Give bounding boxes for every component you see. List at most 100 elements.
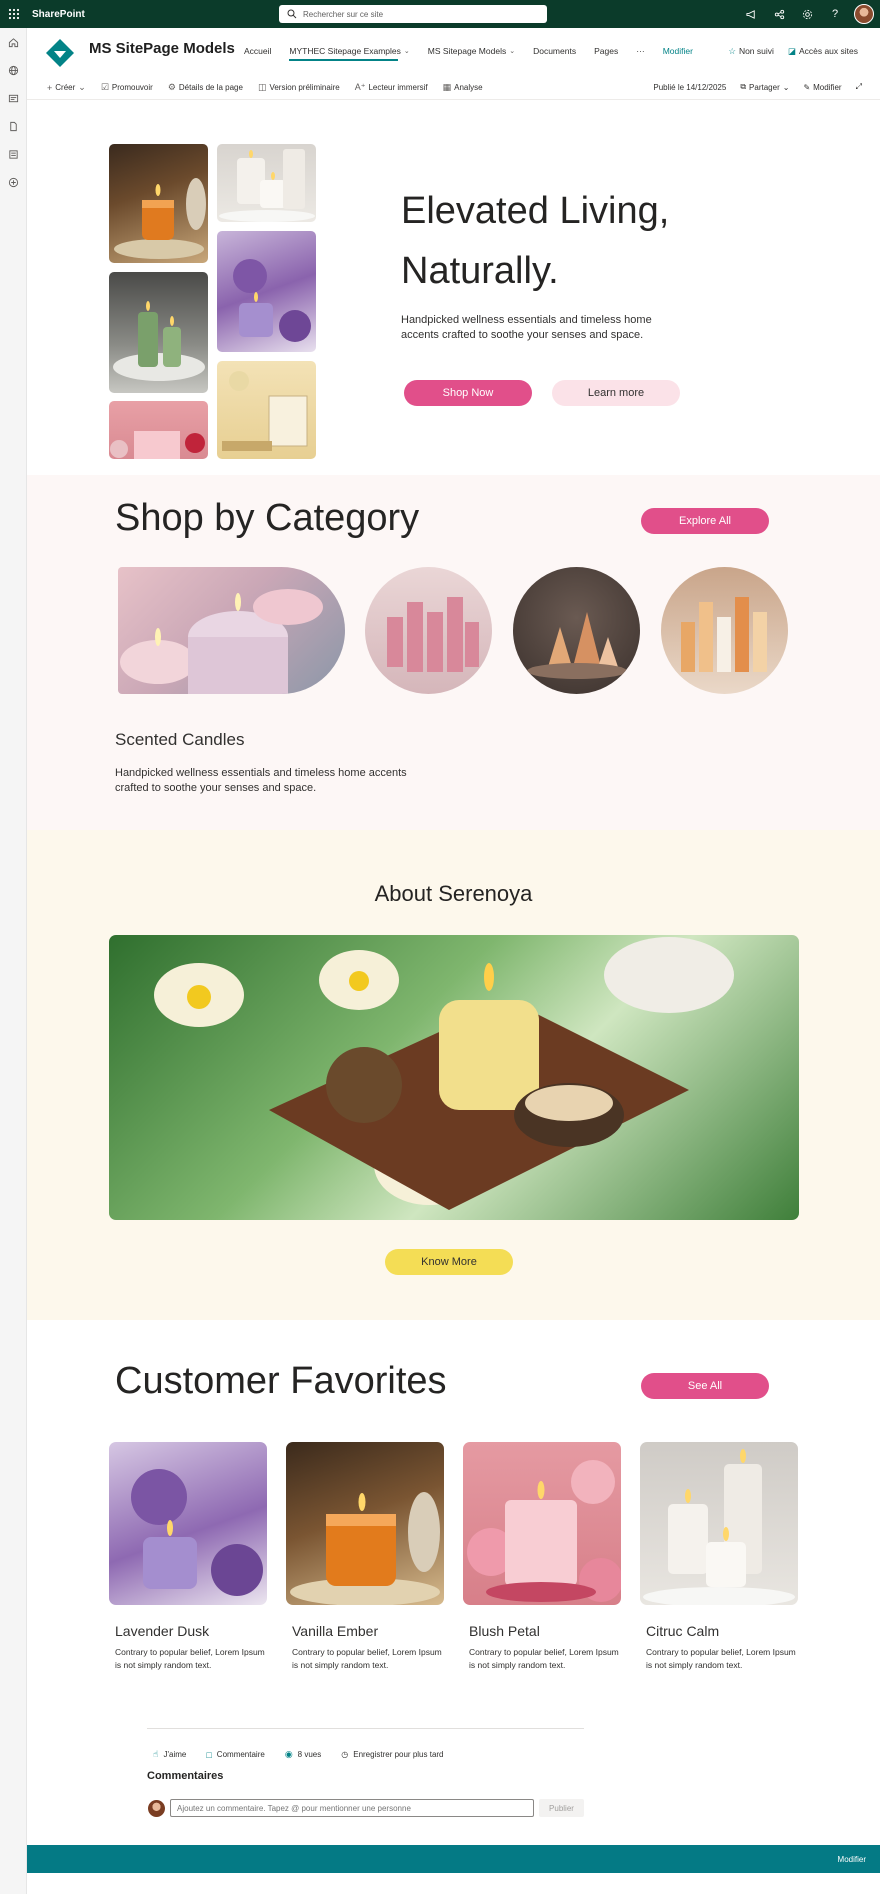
search-box[interactable]: Rechercher sur ce site — [279, 5, 547, 23]
promote-button[interactable]: ☑ Promouvoir — [101, 82, 153, 93]
product-description: Contrary to popular belief, Lorem Ipsum … — [469, 1647, 619, 1670]
comment-button[interactable]: □ Commentaire — [206, 1749, 264, 1760]
news-icon[interactable] — [0, 84, 27, 112]
nav-item-accueil[interactable]: Accueil — [244, 46, 271, 56]
category-item-name: Scented Candles — [115, 730, 245, 749]
brand-label[interactable]: SharePoint — [32, 9, 85, 20]
help-icon[interactable]: ? — [826, 5, 844, 23]
app-launcher-icon[interactable] — [0, 0, 28, 28]
product-image — [286, 1442, 444, 1605]
follow-button[interactable]: ☆ Non suivi — [728, 46, 774, 57]
product-name: Blush Petal — [469, 1623, 540, 1639]
product-name: Citruc Calm — [646, 1623, 720, 1639]
page-footer: Modifier — [27, 1845, 880, 1873]
product-card-citruc-calm[interactable]: Citruc Calm Contrary to popular belief, … — [640, 1442, 798, 1672]
category-image-scented-candles[interactable] — [118, 567, 345, 694]
eye-icon: ◉ — [284, 1749, 293, 1759]
category-image-pink-pillars[interactable] — [365, 567, 492, 694]
social-bar: ☝ J'aime □ Commentaire ◉ 8 vues ◷ Enregistre… — [147, 1728, 584, 1760]
product-card-blush-petal[interactable]: Blush Petal Contrary to popular belief, … — [463, 1442, 621, 1672]
nav-item-pages[interactable]: Pages — [594, 46, 618, 56]
create-button[interactable]: + Créer ⌄ — [47, 82, 86, 93]
site-title[interactable]: MS SitePage Models — [89, 40, 235, 57]
left-app-rail — [0, 28, 27, 1894]
product-image — [463, 1442, 621, 1605]
site-access-icon: ◪ — [787, 46, 796, 56]
chevron-down-icon: ⌄ — [782, 82, 790, 92]
product-card-lavender-dusk[interactable]: Lavender Dusk Contrary to popular belief… — [109, 1442, 267, 1672]
category-image-sculpted-candles[interactable] — [513, 567, 640, 694]
comment-icon: □ — [206, 1749, 212, 1760]
category-image-orange-pillars[interactable] — [661, 567, 788, 694]
thumbs-up-icon: ☝ — [153, 1749, 159, 1759]
product-description: Contrary to popular belief, Lorem Ipsum … — [292, 1647, 442, 1670]
site-logo-icon[interactable] — [45, 38, 75, 68]
category-title: Shop by Category — [115, 497, 420, 539]
product-image — [109, 1442, 267, 1605]
site-access-button[interactable]: ◪ Accès aux sites — [788, 46, 858, 57]
settings-gear-icon[interactable] — [798, 5, 816, 23]
published-status: Publié le 14/12/2025 — [653, 82, 727, 92]
shop-now-button[interactable]: Shop Now — [404, 380, 532, 406]
product-description: Contrary to popular belief, Lorem Ipsum … — [115, 1647, 265, 1670]
hero-section: Elevated Living, Naturally. Handpicked w… — [27, 101, 880, 475]
analytics-button[interactable]: ▦ Analyse — [443, 82, 483, 93]
product-name: Lavender Dusk — [115, 1623, 210, 1639]
analytics-icon: ▦ — [442, 82, 452, 92]
hero-subtitle: Handpicked wellness essentials and timel… — [401, 314, 652, 341]
product-image — [640, 1442, 798, 1605]
nav-item-documents[interactable]: Documents — [533, 46, 576, 56]
page-details-button[interactable]: ⚙ Détails de la page — [168, 82, 243, 93]
hero-title: Elevated Living, Naturally. — [401, 190, 670, 292]
list-icon[interactable] — [0, 140, 27, 168]
nav-item-mythec[interactable]: MYTHEC Sitepage Examples ⌄ — [289, 46, 410, 61]
hero-image-white-candles — [217, 144, 316, 222]
save-for-later-button[interactable]: ◷ Enregistrer pour plus tard — [341, 1749, 443, 1760]
see-all-button[interactable]: See All — [641, 1373, 769, 1399]
document-icon[interactable] — [0, 112, 27, 140]
site-navigation: Accueil MYTHEC Sitepage Examples ⌄ MS Sit… — [244, 46, 711, 61]
about-title: About Serenoya — [374, 881, 533, 906]
chevron-down-icon: ⌄ — [78, 82, 86, 92]
immersive-reader-icon: A⁺ — [354, 82, 366, 92]
explore-all-button[interactable]: Explore All — [641, 508, 769, 534]
product-name: Vanilla Ember — [292, 1623, 379, 1639]
preview-button[interactable]: ◫ Version préliminaire — [258, 82, 340, 93]
site-header: MS SitePage Models Accueil MYTHEC Sitepa… — [27, 28, 880, 74]
nav-edit-link[interactable]: Modifier — [663, 46, 693, 56]
edit-page-button[interactable]: ✎ Modifier — [803, 82, 841, 92]
immersive-reader-button[interactable]: A⁺ Lecteur immersif — [355, 82, 428, 93]
expand-icon[interactable]: ⤢ — [856, 82, 862, 92]
preview-icon: ◫ — [257, 82, 267, 92]
nav-more-button[interactable]: ··· — [636, 46, 645, 56]
pencil-icon: ✎ — [803, 82, 811, 92]
add-circle-icon[interactable] — [0, 168, 27, 196]
know-more-button[interactable]: Know More — [385, 1249, 513, 1275]
user-avatar[interactable] — [854, 4, 874, 24]
footer-edit-link[interactable]: Modifier — [838, 1855, 866, 1864]
like-button[interactable]: ☝ J'aime — [153, 1749, 186, 1760]
star-icon: ☆ — [728, 46, 736, 56]
nav-item-ms-sitepage[interactable]: MS Sitepage Models ⌄ — [428, 46, 515, 56]
product-card-vanilla-ember[interactable]: Vanilla Ember Contrary to popular belief… — [286, 1442, 444, 1672]
publish-comment-button[interactable]: Publier — [539, 1799, 584, 1817]
home-icon[interactable] — [0, 28, 27, 56]
megaphone-icon[interactable] — [742, 5, 760, 23]
globe-icon[interactable] — [0, 56, 27, 84]
search-icon — [287, 9, 297, 19]
share-network-icon[interactable] — [770, 5, 788, 23]
learn-more-button[interactable]: Learn more — [552, 380, 680, 406]
bookmark-icon: ◷ — [341, 1750, 349, 1759]
share-button[interactable]: ⧉ Partager ⌄ — [740, 82, 789, 92]
category-item-description: Handpicked wellness essentials and timel… — [115, 767, 407, 794]
hero-image-orange-candle — [109, 144, 208, 263]
gear-icon: ⚙ — [167, 82, 176, 92]
plus-icon: + — [47, 82, 53, 93]
commenter-avatar — [148, 1800, 165, 1817]
about-section: About Serenoya Know More — [27, 830, 880, 1320]
comment-input[interactable] — [170, 1799, 534, 1817]
hero-image-pink-candle — [109, 401, 208, 459]
favorites-title: Customer Favorites — [115, 1360, 447, 1402]
customer-favorites-section: Customer Favorites See All Lavender Dusk… — [27, 1320, 880, 1710]
views-count: ◉ 8 vues — [284, 1749, 322, 1759]
